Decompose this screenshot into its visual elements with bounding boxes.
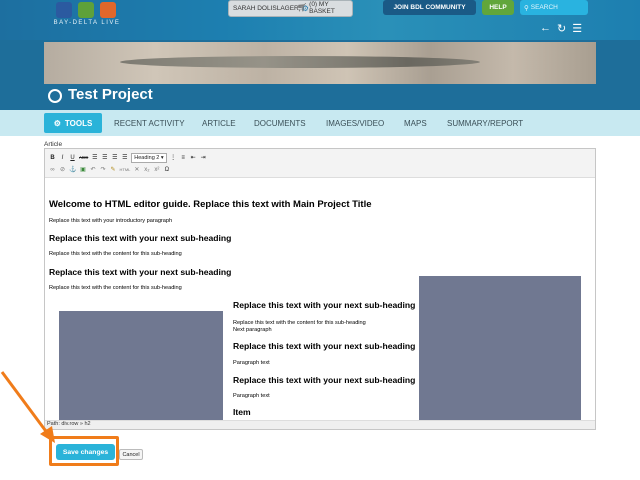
logo-green-leaf-icon [78,2,94,18]
sub-heading-2: Replace this text with your next sub-hea… [49,267,232,277]
align-right-icon[interactable]: ☰ [111,153,118,162]
banner-fish-shape [120,56,480,68]
underline-icon[interactable]: U [69,153,76,162]
join-community-button[interactable]: JOIN BDL COMMUNITY [383,0,476,15]
superscript-icon[interactable]: x² [153,165,160,174]
toolbar-row-2: ∞ ⊘ ⚓ ▣ ↶ ↷ ✎ HTML ✕ x₂ x² Ω [49,164,170,175]
align-left-icon[interactable]: ☰ [91,153,98,162]
save-button[interactable]: Save changes [56,444,115,460]
paragraph-text-1: Paragraph text [233,360,270,366]
search-placeholder: SEARCH [530,4,558,11]
format-select[interactable]: Heading 2 ▾ [131,152,167,163]
site-logo[interactable]: BAY-DELTA LIVE [52,0,122,36]
logo-blue-leaf-icon [56,2,72,18]
special-char-icon[interactable]: Ω [163,165,170,174]
sub-heading-3: Replace this text with your next sub-hea… [233,300,416,310]
sub-content-1: Replace this text with the content for t… [49,251,182,257]
tab-tools[interactable]: ⚙ TOOLS [44,113,102,133]
intro-paragraph: Replace this text with your introductory… [49,218,173,224]
tab-article[interactable]: ARTICLE [202,113,236,133]
numbered-list-icon[interactable]: ≡ [180,153,187,162]
main-heading: Welcome to HTML editor guide. Replace th… [49,199,372,210]
project-icon [48,89,62,103]
basket-icon: 🛒︎ [297,3,308,12]
sub-content-3: Replace this text with the content for t… [233,320,366,326]
search-input[interactable]: ⚲ SEARCH [520,0,588,15]
tab-documents[interactable]: DOCUMENTS [254,113,306,133]
menu-icon[interactable]: ☰ [572,22,582,35]
strikethrough-icon[interactable]: ABC [79,153,88,162]
anchor-icon[interactable]: ⚓ [69,165,76,174]
subscript-icon[interactable]: x₂ [143,165,150,174]
refresh-icon[interactable]: ↻ [557,22,566,35]
search-icon: ⚲ [524,4,529,12]
back-arrow-icon[interactable]: ← [540,22,551,34]
nav-icon-group: ← ↻ ☰ [540,20,590,36]
page-title: Test Project [68,86,153,103]
image-placeholder-right [419,276,581,421]
tab-maps[interactable]: MAPS [404,113,427,133]
editor-content[interactable]: Welcome to HTML editor guide. Replace th… [45,178,595,421]
item-heading: Item [233,407,251,417]
tab-tools-label: TOOLS [64,118,93,128]
paragraph-text-2: Paragraph text [233,393,270,399]
align-center-icon[interactable]: ☰ [101,153,108,162]
sub-heading-5: Replace this text with your next sub-hea… [233,375,416,385]
sub-heading-4: Replace this text with your next sub-hea… [233,341,416,351]
sub-content-2: Replace this text with the content for t… [49,285,182,291]
article-label: Article [44,141,63,148]
html-editor[interactable]: B I U ABC ☰ ☰ ☰ ☰ Heading 2 ▾ ⋮ ≡ ⇤ ⇥ ∞ … [44,148,596,430]
outdent-icon[interactable]: ⇤ [190,153,197,162]
bullet-list-icon[interactable]: ⋮ [170,153,177,162]
bold-icon[interactable]: B [49,153,56,162]
toolbar-row-1: B I U ABC ☰ ☰ ☰ ☰ Heading 2 ▾ ⋮ ≡ ⇤ ⇥ [49,152,207,163]
user-name: SARAH DOLISLAGER [233,5,299,12]
link-icon[interactable]: ∞ [49,165,56,174]
remove-format-icon[interactable]: ✕ [133,165,140,174]
html-source-icon[interactable]: HTML [119,165,130,174]
cancel-button[interactable]: Cancel [119,449,143,460]
image-icon[interactable]: ▣ [79,165,86,174]
format-select-value: Heading 2 [134,154,160,161]
italic-icon[interactable]: I [59,153,66,162]
cleanup-icon[interactable]: ✎ [109,165,116,174]
sub-heading-1: Replace this text with your next sub-hea… [49,233,232,243]
align-justify-icon[interactable]: ☰ [121,153,128,162]
next-paragraph: Next paragraph [233,327,272,333]
tab-recent-activity[interactable]: RECENT ACTIVITY [114,113,185,133]
image-placeholder-left [59,311,223,421]
basket-button[interactable]: 🛒︎ (0) MY BASKET [297,0,353,15]
redo-icon[interactable]: ↷ [99,165,106,174]
indent-icon[interactable]: ⇥ [200,153,207,162]
help-button[interactable]: HELP [482,0,514,15]
logo-orange-leaf-icon [100,2,116,18]
logo-text: BAY-DELTA LIVE [53,20,121,26]
tab-summary-report[interactable]: SUMMARY/REPORT [447,113,523,133]
basket-label: (0) MY BASKET [309,0,335,15]
editor-path-bar: Path: div.row » h2 [45,420,595,429]
unlink-icon[interactable]: ⊘ [59,165,66,174]
tab-images-video[interactable]: IMAGES/VIDEO [326,113,384,133]
editor-toolbar: B I U ABC ☰ ☰ ☰ ☰ Heading 2 ▾ ⋮ ≡ ⇤ ⇥ ∞ … [45,149,595,178]
gear-icon: ⚙ [53,118,61,128]
undo-icon[interactable]: ↶ [89,165,96,174]
